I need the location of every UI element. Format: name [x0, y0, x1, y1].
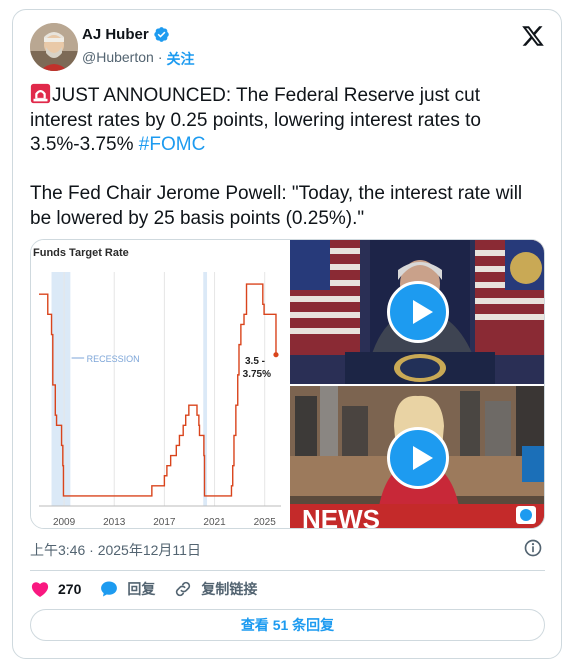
news-ticker-text: NEWS	[302, 504, 380, 529]
play-button-icon[interactable]	[387, 427, 449, 489]
funds-rate-chart: Funds Target Rate 2009 2013 2017 2021 2025 RE…	[33, 247, 281, 528]
action-bar: 270 回复 复制链接	[30, 577, 275, 601]
heart-icon	[31, 582, 49, 597]
rate-annotation-line2: 3.75%	[243, 369, 271, 380]
reply-button[interactable]: 回复	[99, 579, 155, 599]
info-icon[interactable]	[523, 538, 543, 558]
author-name[interactable]: AJ Huber	[82, 26, 170, 43]
video-fed-chair[interactable]	[290, 240, 544, 384]
x-tick-label: 2017	[153, 517, 176, 528]
play-button-icon[interactable]	[387, 281, 449, 343]
divider	[30, 570, 545, 571]
handle-row: @Huberton · 关注	[82, 49, 194, 69]
like-button[interactable]: 270	[30, 579, 81, 599]
reply-bubble-icon	[101, 581, 118, 597]
hashtag-link[interactable]: #FOMC	[139, 134, 206, 155]
recession-label: RECESSION	[87, 354, 140, 364]
tweet-card: AJ Huber @Huberton · 关注 JUST ANNOUNCED: …	[12, 9, 562, 659]
chart-image[interactable]: Funds Target Rate 2009 2013 2017 2021 2025 RE…	[31, 240, 288, 528]
avatar[interactable]	[30, 23, 78, 71]
tweet-text: JUST ANNOUNCED: The Federal Reserve just…	[30, 83, 545, 231]
follow-button[interactable]: 关注	[166, 49, 194, 69]
video-news[interactable]: NEWS	[290, 386, 544, 529]
handle-separator: ·	[157, 49, 163, 65]
rate-annotation-line1: 3.5 -	[245, 356, 265, 367]
timestamp[interactable]: 上午3:46 · 2025年12月11日	[30, 540, 201, 560]
author-handle[interactable]: @Huberton	[82, 49, 154, 69]
x-tick-label: 2025	[254, 517, 277, 528]
end-marker	[273, 352, 279, 358]
read-replies-button[interactable]: 查看 51 条回复	[30, 609, 545, 641]
link-icon	[176, 581, 191, 597]
copy-link-label: 复制链接	[201, 581, 258, 597]
siren-emoji-icon	[30, 83, 51, 104]
display-name[interactable]: AJ Huber	[82, 26, 149, 43]
chart-title: Funds Target Rate	[33, 247, 129, 259]
copy-link-button[interactable]: 复制链接	[173, 579, 257, 599]
media-grid: Funds Target Rate 2009 2013 2017 2021 2025 RE…	[30, 239, 545, 529]
x-logo-icon[interactable]	[521, 24, 545, 48]
like-count: 270	[58, 581, 82, 597]
tweet-text-line2: The Fed Chair Jerome Powell: "Today, the…	[30, 183, 528, 229]
x-tick-label: 2013	[103, 517, 126, 528]
verified-badge-icon	[154, 27, 169, 42]
x-tick-label: 2021	[203, 517, 226, 528]
reply-label: 回复	[127, 581, 156, 597]
x-tick-label: 2009	[53, 517, 76, 528]
tweet-text-line1: JUST ANNOUNCED: The Federal Reserve just…	[30, 85, 487, 155]
funds-rate-line	[39, 283, 277, 497]
recession-band	[51, 272, 71, 506]
